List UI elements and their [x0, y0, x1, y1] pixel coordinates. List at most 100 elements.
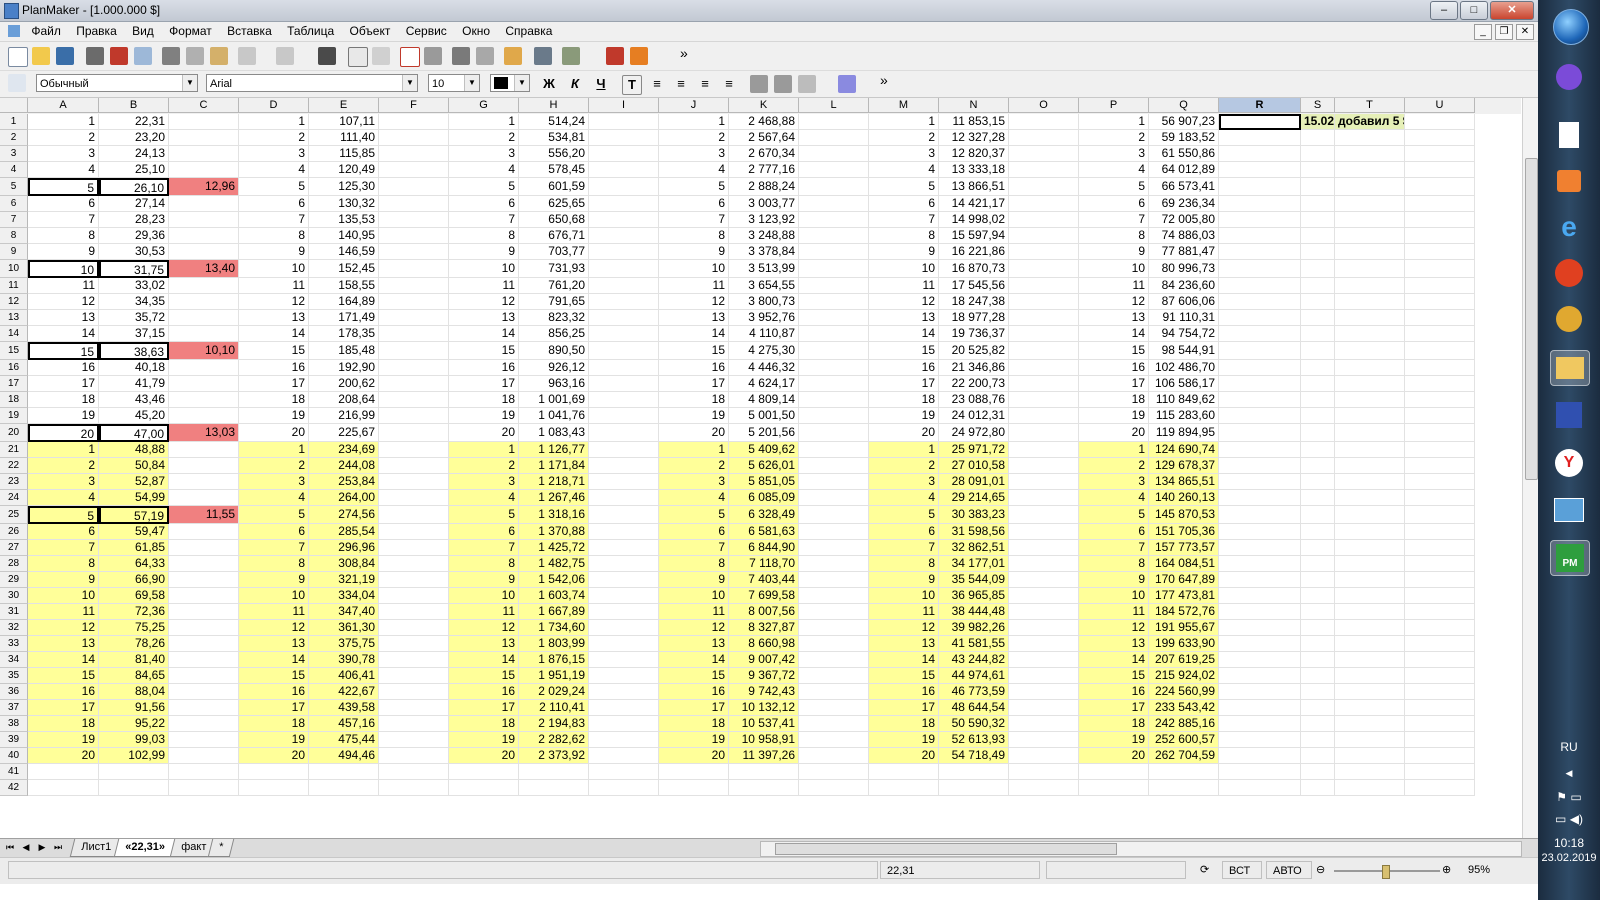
horizontal-scroll-thumb[interactable] — [775, 843, 1117, 855]
cell[interactable]: 2 373,92 — [519, 748, 589, 764]
cell[interactable]: 91 110,31 — [1149, 310, 1219, 326]
cell[interactable]: 43 244,82 — [939, 652, 1009, 668]
find-icon[interactable] — [318, 47, 336, 65]
cell[interactable]: 43,46 — [99, 392, 169, 408]
cell[interactable]: 19 — [659, 732, 729, 748]
cell[interactable]: 406,41 — [309, 668, 379, 684]
cell[interactable]: 3 654,55 — [729, 278, 799, 294]
cell[interactable]: 4 — [28, 490, 99, 506]
cell[interactable] — [589, 342, 659, 360]
cell[interactable] — [1405, 524, 1475, 540]
cell[interactable]: 4 — [239, 490, 309, 506]
cell[interactable]: 11 — [1079, 604, 1149, 620]
cell[interactable] — [1405, 732, 1475, 748]
cell[interactable] — [799, 392, 869, 408]
cell[interactable]: 13 — [239, 310, 309, 326]
cell[interactable]: 761,20 — [519, 278, 589, 294]
cell[interactable]: 15 597,94 — [939, 228, 1009, 244]
cell[interactable] — [1335, 294, 1405, 310]
cell[interactable]: 12 — [869, 294, 939, 310]
cell[interactable] — [1301, 572, 1335, 588]
cell[interactable] — [799, 408, 869, 424]
cell[interactable]: 2 — [239, 130, 309, 146]
cell[interactable] — [379, 780, 449, 796]
cell[interactable]: 9 742,43 — [729, 684, 799, 700]
cell[interactable] — [589, 556, 659, 572]
cell[interactable]: 703,77 — [519, 244, 589, 260]
cell[interactable] — [799, 764, 869, 780]
cell[interactable]: 963,16 — [519, 376, 589, 392]
cell[interactable] — [799, 228, 869, 244]
cell[interactable]: 2 — [869, 130, 939, 146]
cell[interactable]: 20 525,82 — [939, 342, 1009, 360]
row-header[interactable]: 6 — [0, 196, 28, 212]
cell[interactable] — [1219, 474, 1301, 490]
cell[interactable] — [1405, 228, 1475, 244]
cell[interactable] — [799, 716, 869, 732]
cell[interactable] — [1335, 458, 1405, 474]
cell[interactable] — [1335, 490, 1405, 506]
cell[interactable]: 4 — [28, 162, 99, 178]
cell[interactable]: 27,14 — [99, 196, 169, 212]
cell[interactable]: 29 214,65 — [939, 490, 1009, 506]
video-app-icon[interactable] — [1550, 256, 1588, 290]
cell[interactable]: 16 — [1079, 684, 1149, 700]
cell[interactable] — [1301, 458, 1335, 474]
clock-time[interactable]: 10:18 — [1538, 836, 1600, 850]
cell[interactable] — [379, 244, 449, 260]
cell[interactable] — [1009, 442, 1079, 458]
cell[interactable]: 16 870,73 — [939, 260, 1009, 278]
cell[interactable]: 17 — [449, 700, 519, 716]
cell[interactable] — [169, 326, 239, 342]
cell[interactable]: 21 346,86 — [939, 360, 1009, 376]
cell[interactable]: 6 581,63 — [729, 524, 799, 540]
insert-mode[interactable]: ВСТ — [1222, 861, 1262, 879]
cell[interactable] — [379, 114, 449, 130]
cell[interactable]: 84 236,60 — [1149, 278, 1219, 294]
cell[interactable]: 17 — [239, 700, 309, 716]
cell[interactable] — [1219, 442, 1301, 458]
cell[interactable] — [1301, 376, 1335, 392]
cell[interactable] — [379, 540, 449, 556]
cell[interactable]: 10 — [659, 588, 729, 604]
cell[interactable]: 46 773,59 — [939, 684, 1009, 700]
cell[interactable]: 7 — [449, 212, 519, 228]
cell[interactable] — [799, 178, 869, 196]
row-header[interactable]: 18 — [0, 392, 28, 408]
cell[interactable]: 12 — [1079, 620, 1149, 636]
cell[interactable] — [799, 360, 869, 376]
cell[interactable]: 15 — [869, 668, 939, 684]
cell[interactable]: 10 — [869, 260, 939, 278]
cell[interactable]: 514,24 — [519, 114, 589, 130]
cell[interactable] — [869, 764, 939, 780]
row-header[interactable]: 38 — [0, 716, 28, 732]
cell[interactable]: 8 327,87 — [729, 620, 799, 636]
cell[interactable]: 17 — [869, 376, 939, 392]
cell[interactable]: 66 573,41 — [1149, 178, 1219, 196]
cell[interactable]: 15 — [869, 342, 939, 360]
cell[interactable] — [799, 294, 869, 310]
cell[interactable]: 3 — [28, 474, 99, 490]
cell[interactable]: 9 367,72 — [729, 668, 799, 684]
cell[interactable]: 44 974,61 — [939, 668, 1009, 684]
cell[interactable] — [939, 764, 1009, 780]
cell[interactable]: 22 200,73 — [939, 376, 1009, 392]
cell[interactable] — [589, 442, 659, 458]
cell[interactable]: 164 084,51 — [1149, 556, 1219, 572]
cell[interactable]: 2 — [28, 458, 99, 474]
cell[interactable] — [1335, 360, 1405, 376]
cell[interactable] — [799, 326, 869, 342]
cell[interactable]: 140 260,13 — [1149, 490, 1219, 506]
presentations-icon[interactable] — [630, 47, 648, 65]
cell[interactable]: 34 177,01 — [939, 556, 1009, 572]
cell[interactable]: 115 283,60 — [1149, 408, 1219, 424]
cell[interactable]: 24 972,80 — [939, 424, 1009, 442]
cell[interactable] — [379, 636, 449, 652]
cell[interactable] — [379, 620, 449, 636]
cell[interactable]: 7 — [1079, 540, 1149, 556]
cell[interactable] — [1009, 376, 1079, 392]
cell[interactable]: 52 613,93 — [939, 732, 1009, 748]
cell[interactable]: 2 468,88 — [729, 114, 799, 130]
cell[interactable]: 207 619,25 — [1149, 652, 1219, 668]
cell[interactable]: 18 — [659, 716, 729, 732]
